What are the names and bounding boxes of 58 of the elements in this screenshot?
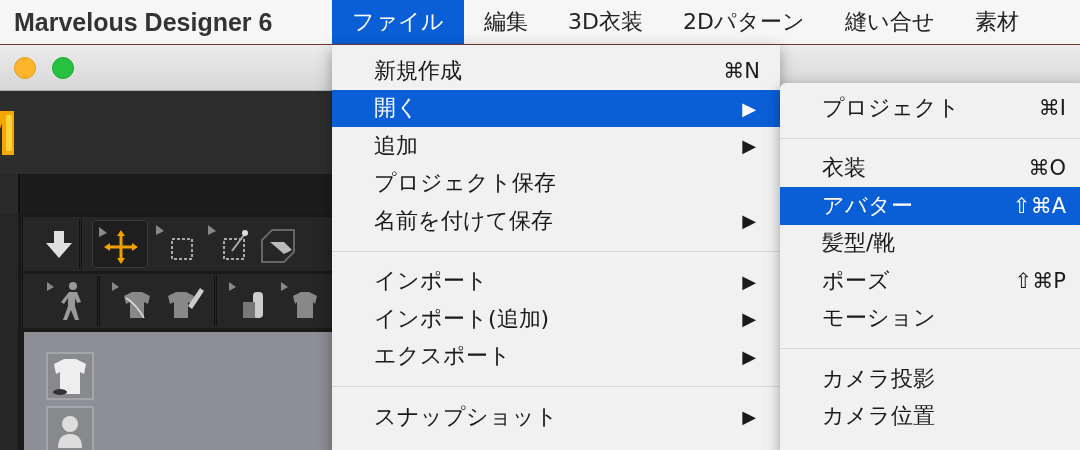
menu-item-label: 追加 — [374, 131, 419, 160]
menu-item-label: 髪型/靴 — [822, 229, 897, 258]
menu-item[interactable]: 髪型/靴 — [780, 224, 1080, 262]
menu-item-label: プロジェクト保存 — [374, 169, 557, 198]
shortcut-label: ⌘N — [723, 58, 760, 83]
menu-item[interactable]: 開く ▶ — [332, 89, 780, 127]
download-arrow-icon[interactable] — [45, 229, 73, 259]
submenu-arrow: ▶ — [742, 97, 757, 119]
submenu-arrow: ▶ — [742, 345, 757, 367]
menu-item-label: カメラ位置 — [822, 402, 936, 431]
menu-item-label: カメラ投影 — [822, 364, 936, 393]
menu-item[interactable]: カメラ位置 — [780, 397, 1080, 435]
menu-bar-item[interactable]: 縫い合せ — [824, 0, 955, 44]
menu-item[interactable]: エクスポート ▶ — [332, 337, 780, 375]
menu-item-label: 新規作成 — [374, 56, 463, 85]
submenu-arrow: ▶ — [742, 308, 757, 330]
submenu-arrow: ▶ — [742, 406, 757, 428]
menu-item[interactable]: プロジェクト ⌘I — [780, 89, 1080, 127]
move-tool-icon[interactable] — [92, 220, 148, 268]
menu-bar-item[interactable]: ファイル — [332, 0, 464, 44]
menu-item-label: スナップショット — [374, 402, 559, 431]
menu-item-label: 衣装 — [822, 154, 867, 183]
logo-icon — [0, 108, 16, 157]
shortcut-label: ⇧⌘P — [1014, 268, 1066, 293]
menu-item[interactable]: カメラ投影 — [780, 360, 1080, 398]
menu-item-label: 開く — [374, 94, 420, 123]
menu-item[interactable]: モーション — [780, 299, 1080, 337]
menu-bar-item[interactable]: 素材 — [954, 0, 1039, 44]
menu-item[interactable]: ポーズ ⇧⌘P — [780, 262, 1080, 300]
menu-item[interactable]: 新規作成 ⌘N — [332, 52, 780, 90]
submenu-arrow: ▶ — [742, 270, 757, 292]
menu-item[interactable]: 名前を付けて保存 ▶ — [332, 202, 780, 240]
app-name[interactable]: Marvelous Designer 6 — [0, 0, 332, 44]
menu-item-label: プロジェクト — [822, 93, 961, 122]
submenu-arrow: ▶ — [742, 135, 757, 157]
garment-thumbnail[interactable] — [46, 352, 94, 400]
menu-item-label: ポーズ — [822, 266, 891, 295]
menu-item-label: 名前を付けて保存 — [374, 206, 554, 235]
menu-item[interactable]: 追加 ▶ — [332, 127, 780, 165]
menu-item[interactable]: アバター ⇧⌘A — [780, 187, 1080, 225]
menu-item[interactable]: プロジェクト保存 — [332, 164, 780, 202]
avatar-thumbnail[interactable] — [46, 406, 94, 450]
menu-item[interactable]: インポート ▶ — [332, 262, 780, 300]
menu-item-label: インポート(追加) — [374, 304, 551, 333]
menu-bar-item[interactable]: 編集 — [464, 0, 548, 44]
shortcut-label: ⌘I — [1038, 95, 1066, 120]
menu-item[interactable]: 衣装 ⌘O — [780, 149, 1080, 187]
menu-item-label: アバター — [822, 191, 914, 220]
menu-bar-item[interactable]: 2Dパターン — [662, 0, 825, 44]
submenu-arrow: ▶ — [742, 210, 757, 232]
menu-item-label: エクスポート — [374, 342, 512, 371]
menu-bar-item[interactable]: 3D衣装 — [548, 0, 663, 44]
menu-item[interactable]: インポート(追加) ▶ — [332, 300, 780, 338]
menu-item-label: インポート — [374, 267, 489, 296]
menu-item-label: モーション — [822, 304, 937, 333]
menu-item[interactable]: スナップショット ▶ — [332, 398, 780, 436]
shortcut-label: ⇧⌘A — [1013, 193, 1066, 218]
shortcut-label: ⌘O — [1028, 156, 1066, 181]
